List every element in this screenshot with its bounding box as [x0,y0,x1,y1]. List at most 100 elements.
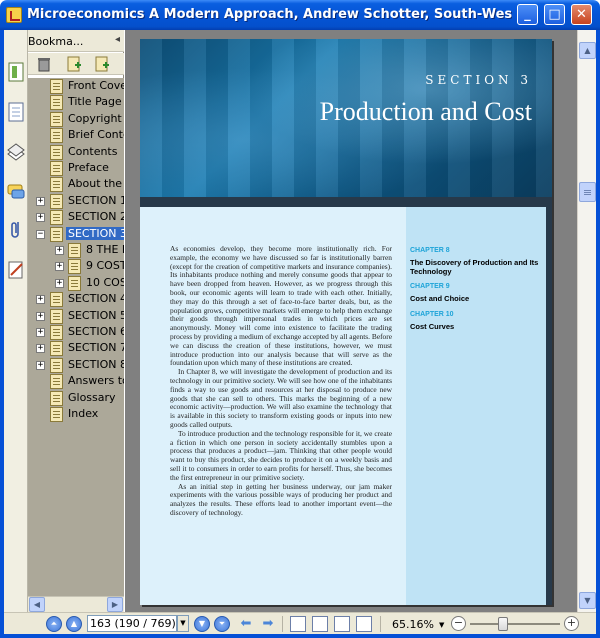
expand-icon[interactable]: + [36,328,45,337]
scroll-left-icon[interactable]: ◀ [29,597,45,612]
signatures-panel-icon[interactable] [6,258,26,282]
collapse-icon[interactable]: − [36,229,45,239]
previous-page-icon[interactable]: ▲ [66,616,82,632]
navigation-toolbar: ⏶ ▲ 163 (190 / 769) ▼ ▼ ⏷ ⬅ ➡ 65.16% ▼ −… [4,612,596,634]
document-vertical-scrollbar[interactable]: ▲ ▼ [577,30,596,612]
document-viewport[interactable]: SECTION 3 Production and Cost CHAPTER 8 … [125,30,577,612]
bookmark-item[interactable]: Title Page [28,94,124,111]
chapter-title: The Discovery of Production and Its Tech… [410,258,539,276]
bookmark-label: Copyright [68,111,122,125]
bookmark-item[interactable]: + SECTION 5 [28,308,124,324]
continuous-facing-view-icon[interactable] [356,616,372,632]
next-page-icon[interactable]: ▼ [194,616,210,632]
bookmark-label: 8 THE D [86,243,124,256]
bookmark-label: SECTION 4 [68,292,124,306]
bookmark-label: Front Cove [68,79,124,92]
bookmark-item[interactable]: + SECTION 4 [28,291,124,308]
collapse-panel-icon[interactable]: ◂ [115,34,120,45]
expand-icon[interactable]: + [36,295,45,305]
chapter-number: CHAPTER 10 [410,311,454,318]
maximize-button[interactable]: □ [544,4,565,25]
bookmark-item[interactable]: Contents [28,144,124,160]
bookmarks-horizontal-scrollbar[interactable]: ◀ ▶ [28,596,124,612]
scroll-down-icon[interactable]: ▼ [579,592,596,609]
expand-icon[interactable]: + [36,213,45,223]
bookmark-label: SECTION 2 [68,210,124,224]
bookmark-item[interactable]: Front Cove [28,78,124,94]
go-back-icon[interactable]: ⬅ [238,617,254,631]
bookmark-item[interactable]: + SECTION 7 [28,340,124,357]
last-page-icon[interactable]: ⏷ [214,616,230,632]
facing-pages-view-icon[interactable] [334,616,350,632]
attachments-panel-icon[interactable] [6,218,26,242]
expand-icon[interactable]: + [55,246,64,255]
bookmark-options-icon[interactable] [94,56,110,72]
zoom-out-button[interactable]: − [451,616,466,631]
bookmark-label: SECTION 3 [66,226,124,240]
chapter-number: CHAPTER 9 [410,283,450,290]
bookmark-label: Index [68,407,99,420]
bookmark-item[interactable]: − SECTION 3 [28,226,124,242]
layers-panel-icon[interactable] [6,140,26,164]
title-bar[interactable]: Microeconomics A Modern Approach, Andrew… [0,0,600,30]
paragraph: To introduce production and the technolo… [170,428,392,482]
first-page-icon[interactable]: ⏶ [46,616,62,632]
pages-panel-icon[interactable] [6,100,26,124]
chapter-title: Cost Curves [410,322,455,331]
page-dropdown-icon[interactable]: ▼ [177,615,189,632]
bookmark-item[interactable]: Brief Conte [28,127,124,144]
go-forward-icon[interactable]: ➡ [260,617,276,631]
bookmark-item[interactable]: +9 COST [28,258,124,275]
bookmark-item[interactable]: +10 COS [28,275,124,291]
scroll-right-icon[interactable]: ▶ [107,597,123,612]
page-number-field[interactable]: 163 (190 / 769) [87,615,177,632]
bookmarks-panel-icon[interactable] [6,60,26,84]
bookmark-item[interactable]: About the [28,176,124,193]
expand-icon[interactable]: + [36,311,45,321]
bookmark-page-icon [50,308,63,324]
chapter-list: CHAPTER 8 The Discovery of Production an… [406,207,546,605]
bookmark-item[interactable]: Answers to [28,373,124,390]
window-frame-right [596,30,600,638]
expand-icon[interactable]: + [36,196,45,206]
app-icon[interactable] [6,7,22,23]
zoom-dropdown-icon[interactable]: ▼ [439,621,444,629]
scroll-thumb[interactable] [579,182,596,202]
zoom-slider-track[interactable] [470,623,560,625]
scroll-up-icon[interactable]: ▲ [579,42,596,59]
bookmark-item[interactable]: Copyright [28,111,124,127]
expand-icon[interactable]: + [55,262,64,272]
expand-icon[interactable]: + [55,278,64,288]
bookmark-label: Preface [68,161,109,174]
zoom-slider-thumb[interactable] [498,617,508,631]
single-page-view-icon[interactable] [290,616,306,632]
bookmark-page-icon [50,193,63,209]
bookmark-item[interactable]: Preface [28,160,124,176]
bookmark-item[interactable]: +8 THE D [28,242,124,258]
close-button[interactable]: ✕ [571,4,592,25]
bookmark-label: Brief Conte [68,128,124,142]
expand-icon[interactable]: + [36,344,45,354]
bookmarks-header: Bookma... ◂ [28,30,124,52]
bookmark-item[interactable]: + SECTION 8 [28,357,124,373]
bookmark-item[interactable]: Index [28,406,124,422]
new-bookmark-icon[interactable] [66,56,82,72]
bookmark-item[interactable]: + SECTION 1 [28,193,124,209]
toolbar-separator [380,616,381,632]
continuous-view-icon[interactable] [312,616,328,632]
bookmark-page-icon [50,357,63,373]
comments-panel-icon[interactable] [6,180,26,204]
bookmark-item[interactable]: + SECTION 6 [28,324,124,340]
delete-bookmark-icon[interactable] [36,56,52,72]
bookmark-item[interactable]: Glossary [28,390,124,406]
bookmark-page-icon [50,128,63,144]
paragraph: As an initial step in getting her busine… [170,481,392,517]
expand-icon[interactable]: + [36,360,45,370]
minimize-button[interactable]: _ [517,4,538,25]
zoom-level[interactable]: 65.16% [392,618,434,631]
bookmark-page-icon [50,177,63,193]
bookmark-item[interactable]: + SECTION 2 [28,209,124,226]
paragraph: As economies develop, they become more i… [170,244,392,368]
zoom-in-button[interactable]: + [564,616,579,631]
bookmark-label: About the [68,177,123,191]
